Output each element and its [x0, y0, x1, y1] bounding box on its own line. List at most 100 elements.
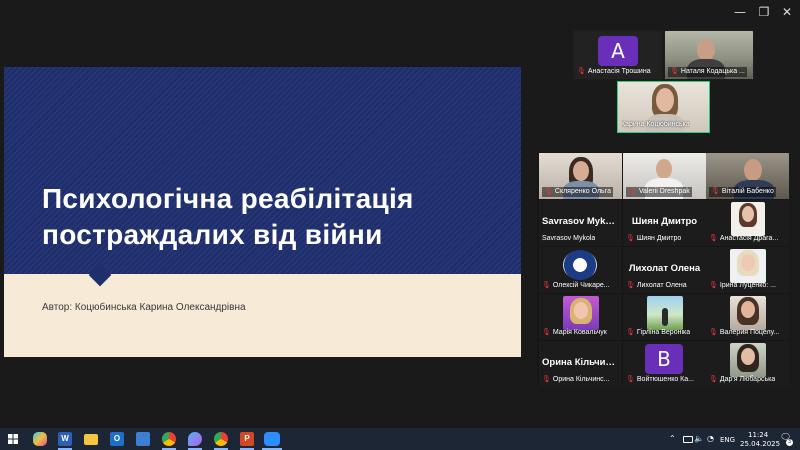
participant-name: 🎙 Войтюшенко Ка... [626, 376, 694, 383]
mic-muted-icon: 🎙 [626, 376, 635, 383]
windows-icon[interactable] [8, 434, 18, 444]
mail-icon[interactable] [136, 432, 150, 446]
participant-name: 🎙 Олексій Чикаре... [542, 282, 610, 289]
participant-name-display: Шиян Дмитро [631, 216, 698, 227]
close-button[interactable]: ✕ [777, 4, 797, 20]
mic-muted-icon: 🎙 [670, 68, 679, 75]
participant-name: 🎙 Гірліна Вероніка [626, 329, 691, 336]
copilot-icon[interactable] [33, 432, 47, 446]
mic-muted-icon: 🎙 [626, 329, 635, 336]
participant-tile[interactable]: 🎙 Олексій Чикаре... [539, 247, 622, 293]
participant-tile[interactable]: 🎙 Гірліна Вероніка [623, 294, 706, 340]
word-icon[interactable]: W [58, 432, 72, 446]
participant-name: 🎙 Анастасія Трошина [577, 68, 651, 75]
participant-name: 🎙 Дар'я Любарська [709, 376, 776, 383]
slide-title-line-1: Психологічна реабілітація [42, 183, 414, 214]
mic-muted-icon: 🎙 [709, 329, 718, 336]
participant-tile[interactable]: Шиян Дмитро 🎙 Шиян Дмитро [623, 200, 706, 246]
participant-tile[interactable]: 🎙 Ірина Луценко: ... [706, 247, 789, 293]
mic-muted-icon: 🎙 [542, 376, 551, 383]
mic-muted-icon: 🎙 [709, 376, 718, 383]
participant-face [656, 88, 674, 112]
restore-button[interactable]: ❐ [754, 4, 774, 20]
mic-muted-icon: 🎙 [626, 235, 635, 242]
slide-author: Автор: Коцюбинська Карина Олександрівна [42, 302, 246, 313]
zoom-icon[interactable] [264, 432, 280, 446]
participant-name: 🎙 Лихолат Олена [626, 282, 687, 289]
outlook-icon[interactable]: O [110, 432, 124, 446]
mic-muted-icon: 🎙 [544, 188, 553, 195]
participant-name: 🎙 Марія Ковальчук [542, 329, 607, 336]
participant-name: 🎙 Анастасія Драга... [709, 235, 779, 242]
avatar: B [645, 344, 683, 374]
active-speaker-tile[interactable]: Карина Коцюбинська [617, 81, 710, 133]
shared-slide: Психологічна реабілітація постраждалих в… [4, 67, 521, 357]
participant-name: 🎙 Орина Кільчинс... [542, 376, 610, 383]
participant-name-display: Лихолат Олена [628, 263, 701, 274]
mic-muted-icon: 🎙 [709, 235, 718, 242]
chrome-icon[interactable] [162, 432, 176, 446]
participant-face [573, 161, 589, 181]
battery-icon[interactable] [683, 436, 693, 443]
mic-muted-icon: 🎙 [542, 329, 551, 336]
participant-name: 🎙 Valerii Dreshpak [626, 187, 692, 197]
participant-tile[interactable]: Savrasov Mykola Savrasov Mykola [539, 200, 622, 246]
gallery-grid: 🎙 Скляренко Ольга 🎙 Valerii Dreshpak 🎙 Віта… [537, 152, 789, 387]
mic-muted-icon: 🎙 [628, 188, 637, 195]
notification-count: 3 [786, 439, 793, 446]
slide-title-line-2: постраждалих від війни [42, 219, 383, 250]
university-logo [563, 250, 597, 280]
participant-name: Карина Коцюбинська [621, 121, 690, 128]
show-hidden-icons-icon[interactable]: ⌃ [669, 434, 676, 443]
participant-tile[interactable]: 🎙 Марія Ковальчук [539, 294, 622, 340]
participant-face [741, 301, 755, 318]
participant-face [741, 348, 755, 365]
mic-muted-icon: 🎙 [711, 188, 720, 195]
participant-tile[interactable]: Лихолат Олена 🎙 Лихолат Олена [623, 247, 706, 293]
participant-tile[interactable]: 🎙 Віталій Бабенко [706, 153, 789, 199]
participant-face [744, 159, 762, 181]
participant-figure [662, 308, 668, 326]
powerpoint-icon[interactable]: P [240, 432, 254, 446]
participant-name-display: Орина Кільчин... [542, 357, 620, 368]
chrome-icon[interactable] [214, 432, 228, 446]
participant-name: 🎙 Валерия Поцелу... [709, 329, 780, 336]
minimize-button[interactable]: — [730, 4, 750, 20]
slide-title: Психологічна реабілітація постраждалих в… [42, 181, 482, 253]
participant-name: Savrasov Mykola [542, 235, 596, 242]
avatar: A [598, 36, 638, 66]
participant-tile[interactable]: 🎙 Дар'я Любарська [706, 341, 789, 387]
participant-tile[interactable]: 🎙 Анастасія Драга... [706, 200, 789, 246]
participant-name: 🎙 Скляренко Ольга [542, 187, 613, 197]
participant-name-display: Savrasov Mykola [542, 216, 620, 227]
clock-date[interactable]: 25.04.2025 [740, 440, 780, 448]
taskbar: W O P ⌃ 🔈 ◔ ENG 11:24 25.04.2025 🗨 3 [0, 428, 800, 450]
mic-muted-icon: 🎙 [626, 282, 635, 289]
participant-face [574, 302, 588, 319]
network-icon[interactable]: ◔ [707, 434, 714, 443]
participant-face [697, 39, 715, 61]
participant-tile[interactable]: 🎙 Валерия Поцелу... [706, 294, 789, 340]
mic-muted-icon: 🎙 [542, 282, 551, 289]
mic-muted-icon: 🎙 [709, 282, 718, 289]
participant-tile[interactable]: Орина Кільчин... 🎙 Орина Кільчинс... [539, 341, 622, 387]
clock-time[interactable]: 11:24 [748, 431, 768, 439]
file-explorer-icon[interactable] [84, 434, 98, 445]
participant-face [741, 254, 755, 271]
participant-tile[interactable]: 🎙 Valerii Dreshpak [623, 153, 706, 199]
participant-name: 🎙 Шиян Дмитро [626, 235, 682, 242]
mic-muted-icon: 🎙 [577, 68, 586, 75]
participant-tile[interactable]: 🎙 Скляренко Ольга [539, 153, 622, 199]
participant-name: 🎙 Ірина Луценко: ... [709, 282, 776, 289]
participant-name: 🎙 Наталя Кодацька ... [668, 67, 747, 77]
participant-face [742, 206, 754, 222]
paint-icon[interactable] [188, 432, 202, 446]
volume-icon[interactable]: 🔈 [694, 434, 704, 443]
language-indicator[interactable]: ENG [720, 436, 735, 444]
participant-tile[interactable]: B 🎙 Войтюшенко Ка... [623, 341, 706, 387]
participant-name: 🎙 Віталій Бабенко [709, 187, 776, 197]
participant-face [656, 159, 672, 179]
participant-tile[interactable]: A 🎙 Анастасія Трошина [574, 31, 662, 79]
participant-tile[interactable]: 🎙 Наталя Кодацька ... [665, 31, 753, 79]
slide-author-band [4, 274, 521, 357]
